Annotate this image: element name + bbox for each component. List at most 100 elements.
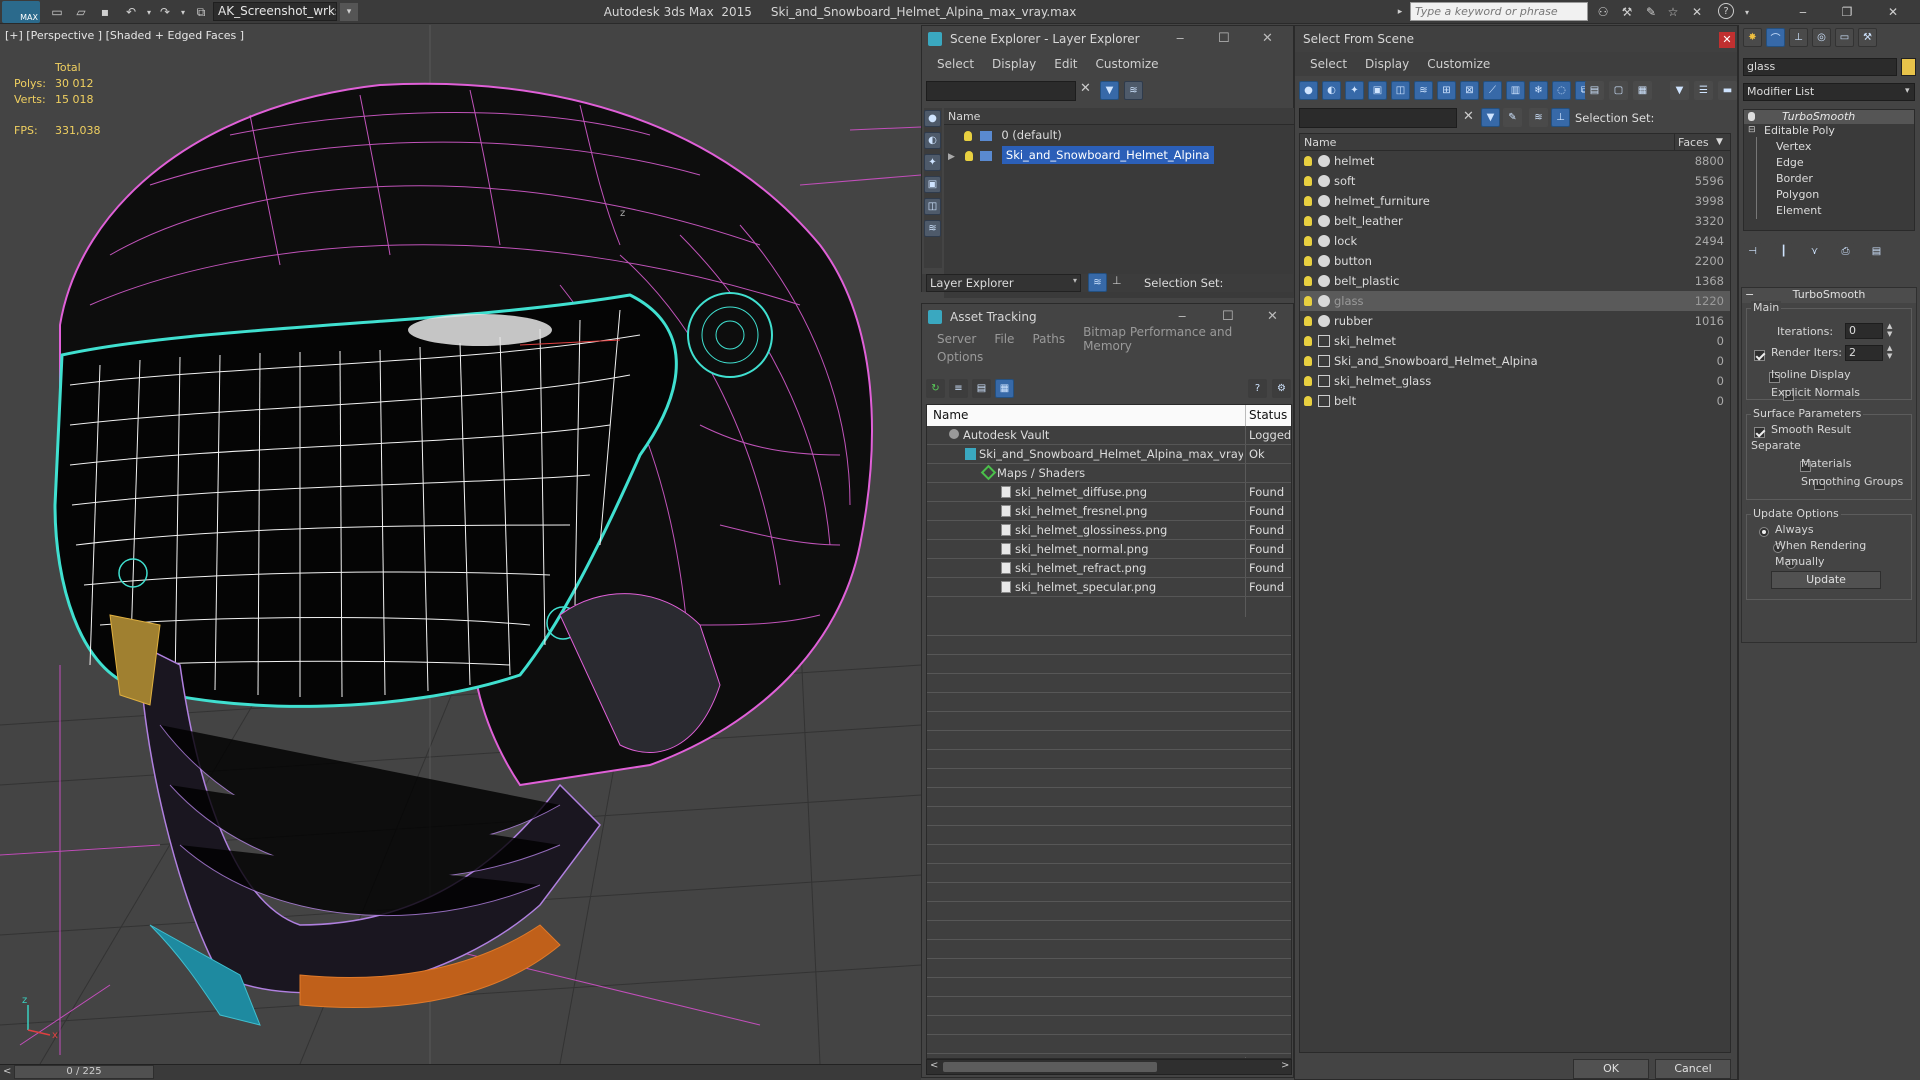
- iterations-spinner-input[interactable]: 0: [1845, 323, 1883, 339]
- sfs-options-icon[interactable]: ✎: [1503, 108, 1522, 127]
- refresh-icon[interactable]: ↻: [926, 379, 945, 398]
- sfs-hierarchy-icon[interactable]: ⊥: [1551, 108, 1570, 127]
- asset-tracking-minimize-icon[interactable]: ‒: [1178, 304, 1186, 330]
- asset-row-vault[interactable]: Autodesk Vault Logged: [927, 426, 1291, 445]
- update-button[interactable]: Update: [1771, 571, 1881, 589]
- redo-icon[interactable]: ↷: [156, 3, 174, 21]
- modifier-list-dropdown[interactable]: Modifier List: [1743, 83, 1915, 101]
- display-children-icon[interactable]: ▤: [1585, 81, 1604, 100]
- object-visible-bulb-icon[interactable]: [1304, 236, 1312, 246]
- stack-subobject-border[interactable]: Border: [1776, 172, 1813, 185]
- stack-subobject-polygon[interactable]: Polygon: [1776, 188, 1819, 201]
- favorites-star-icon[interactable]: ☆: [1664, 3, 1682, 21]
- filter-lights-icon[interactable]: ✦: [1345, 81, 1364, 100]
- filter-funnel-icon[interactable]: ▼: [1670, 81, 1689, 100]
- layer-row-default[interactable]: 0 (default): [944, 125, 1294, 145]
- sfs-col-name[interactable]: Name: [1304, 136, 1336, 149]
- asset-settings-icon[interactable]: ⚙: [1272, 379, 1291, 398]
- close-window-icon[interactable]: ✕: [1884, 3, 1902, 21]
- layer-tree-name-header[interactable]: Name: [944, 108, 1294, 125]
- asset-menu-paths[interactable]: Paths: [1023, 332, 1074, 346]
- asset-help-icon[interactable]: ?: [1248, 379, 1267, 398]
- sfs-row[interactable]: belt_leather 3320: [1300, 211, 1730, 231]
- sfs-sort-desc-icon[interactable]: ▼: [1716, 134, 1723, 151]
- iterations-spinner-arrows-icon[interactable]: ▲ ▼: [1887, 322, 1892, 338]
- object-name-input[interactable]: glass: [1743, 58, 1897, 76]
- sfs-layers-icon[interactable]: ≋: [1529, 108, 1548, 127]
- hierarchy-tab-icon[interactable]: ⊥: [1789, 28, 1808, 47]
- scene-explorer-search-input[interactable]: [926, 81, 1076, 101]
- project-folder-icon[interactable]: ⧉: [192, 3, 210, 21]
- display-influences-icon[interactable]: ▢: [1609, 81, 1628, 100]
- modifier-list-arrow-icon[interactable]: ▾: [1905, 86, 1910, 96]
- asset-col-divider[interactable]: [1245, 405, 1246, 426]
- scene-explorer-filter-icon[interactable]: ▼: [1100, 81, 1119, 100]
- stack-subobject-element[interactable]: Element: [1776, 204, 1822, 217]
- asset-menu-options[interactable]: Options: [928, 350, 992, 364]
- modifier-bulb-icon[interactable]: [1748, 112, 1755, 121]
- asset-menu-server[interactable]: Server: [928, 332, 985, 346]
- workspace-dropdown-arrow-icon[interactable]: ▾: [340, 3, 358, 21]
- sfs-col-faces[interactable]: Faces: [1678, 134, 1709, 151]
- rollout-collapse-icon[interactable]: −: [1745, 288, 1754, 301]
- help-icon[interactable]: ?: [1718, 3, 1734, 19]
- filter-spacewarps-icon[interactable]: ≋: [1414, 81, 1433, 100]
- motion-tab-icon[interactable]: ◎: [1812, 28, 1831, 47]
- asset-tracking-maximize-icon[interactable]: ☐: [1222, 304, 1234, 330]
- filter-groups-icon[interactable]: ⊞: [1437, 81, 1456, 100]
- thumbnail-view-icon[interactable]: ▤: [972, 379, 991, 398]
- sfs-row[interactable]: button 2200: [1300, 251, 1730, 271]
- create-tab-icon[interactable]: ✸: [1743, 28, 1762, 47]
- configure-modifier-sets-icon[interactable]: ▤: [1867, 242, 1886, 261]
- object-visible-bulb-icon[interactable]: [1304, 316, 1312, 326]
- stack-item-turbosmooth[interactable]: TurboSmooth: [1744, 110, 1914, 124]
- asset-row-map[interactable]: ski_helmet_refract.png Found: [927, 559, 1291, 578]
- utilities-tab-icon[interactable]: ⚒: [1858, 28, 1877, 47]
- asset-col-status[interactable]: Status: [1249, 408, 1287, 422]
- display-geometry-icon[interactable]: ●: [924, 110, 941, 127]
- cancel-button[interactable]: Cancel: [1655, 1059, 1731, 1079]
- sfs-row[interactable]: belt_plastic 1368: [1300, 271, 1730, 291]
- explorer-layer-mode-icon[interactable]: ≋: [1088, 273, 1107, 292]
- sfs-row[interactable]: Ski_and_Snowboard_Helmet_Alpina 0: [1300, 351, 1730, 371]
- sfs-row-selected[interactable]: glass 1220: [1300, 291, 1730, 311]
- filter-hidden-icon[interactable]: ◌: [1552, 81, 1571, 100]
- subscription-center-icon[interactable]: ⚒: [1618, 3, 1636, 21]
- sfs-menu-select[interactable]: Select: [1301, 57, 1356, 71]
- new-file-icon[interactable]: ▭: [48, 3, 66, 21]
- sfs-row[interactable]: soft 5596: [1300, 171, 1730, 191]
- app-logo[interactable]: MAX: [2, 1, 40, 23]
- stack-collapse-icon[interactable]: ⊟: [1748, 125, 1756, 135]
- scene-explorer-titlebar[interactable]: Scene Explorer - Layer Explorer ‒ ☐ ✕: [922, 26, 1293, 52]
- sfs-menu-customize[interactable]: Customize: [1418, 57, 1499, 71]
- asset-row-map[interactable]: ski_helmet_glossiness.png Found: [927, 521, 1291, 540]
- sfs-row[interactable]: ski_helmet 0: [1300, 331, 1730, 351]
- asset-row-map[interactable]: ski_helmet_specular.png Found: [927, 578, 1291, 597]
- sfs-search-input[interactable]: [1299, 108, 1457, 128]
- minimize-window-icon[interactable]: ‒: [1794, 3, 1812, 21]
- table-view-icon[interactable]: ▦: [995, 379, 1014, 398]
- sfs-row[interactable]: lock 2494: [1300, 231, 1730, 251]
- scene-explorer-clear-search-icon[interactable]: ✕: [1080, 81, 1091, 96]
- layer-row-helmet[interactable]: ▶ Ski_and_Snowboard_Helmet_Alpina: [944, 145, 1294, 165]
- filter-geometry-icon[interactable]: ●: [1299, 81, 1318, 100]
- asset-horizontal-scrollbar[interactable]: < >: [926, 1059, 1292, 1075]
- select-all-icon[interactable]: ▬: [1718, 81, 1737, 100]
- filter-cameras-icon[interactable]: ▣: [1368, 81, 1387, 100]
- filter-shapes-icon[interactable]: ◐: [1322, 81, 1341, 100]
- smooth-result-checkbox[interactable]: [1754, 426, 1765, 438]
- select-from-scene-titlebar[interactable]: Select From Scene ✕: [1295, 26, 1737, 52]
- time-prev-icon[interactable]: <: [3, 1066, 11, 1077]
- explorer-hierarchy-icon[interactable]: ⊥: [1112, 274, 1122, 287]
- binoculars-icon[interactable]: ⚇: [1594, 3, 1612, 21]
- asset-tracking-close-icon[interactable]: ✕: [1267, 304, 1278, 330]
- pin-stack-icon[interactable]: ⊣: [1743, 242, 1762, 261]
- object-visible-bulb-icon[interactable]: [1304, 396, 1312, 406]
- object-color-swatch[interactable]: [1901, 58, 1916, 76]
- display-helpers-icon[interactable]: ◫: [924, 198, 941, 215]
- filter-bones-icon[interactable]: ⟋: [1483, 81, 1502, 100]
- filter-list-icon[interactable]: ☰: [1694, 81, 1713, 100]
- scene-explorer-layers-icon[interactable]: ≋: [1124, 81, 1143, 100]
- sfs-row[interactable]: rubber 1016: [1300, 311, 1730, 331]
- filter-frozen-icon[interactable]: ❄: [1529, 81, 1548, 100]
